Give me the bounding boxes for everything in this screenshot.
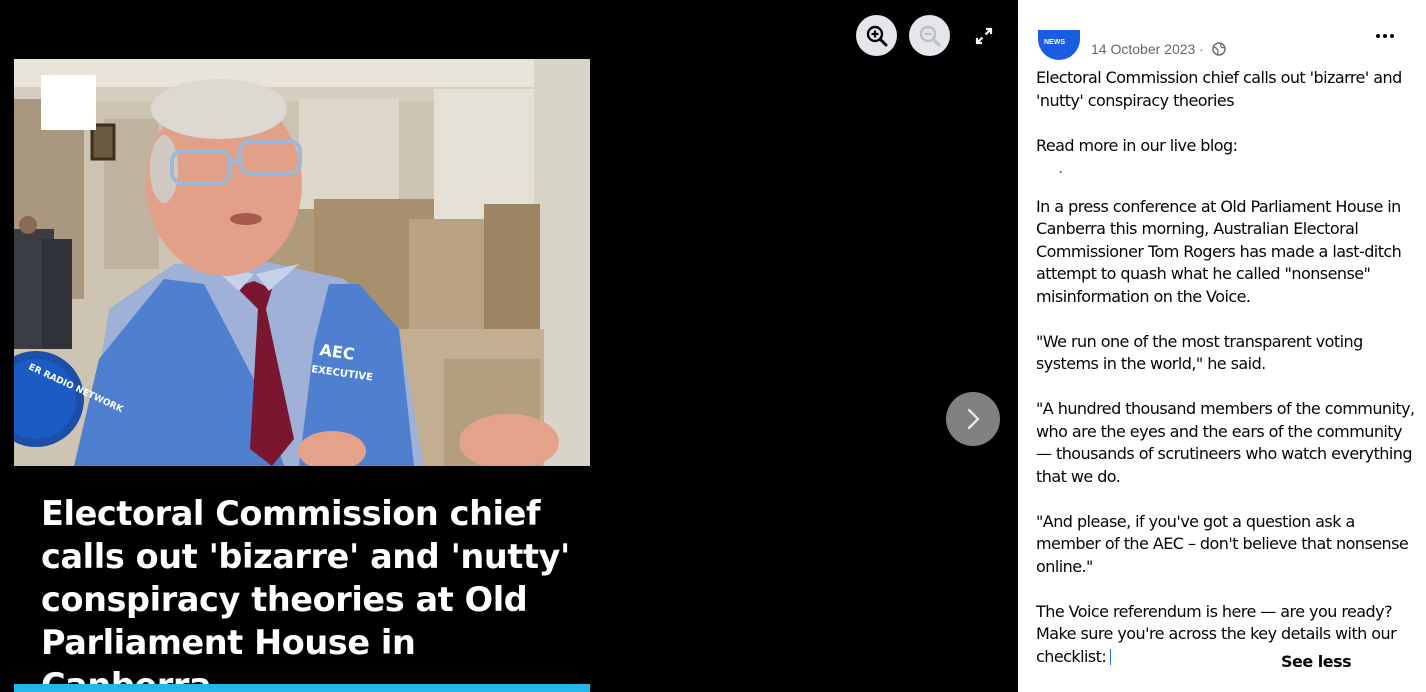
- zoom-in-button[interactable]: [856, 15, 897, 56]
- checklist-link[interactable]: [1110, 648, 1112, 665]
- post-paragraph: Read more in our live blog:: [1036, 135, 1238, 155]
- next-photo-button[interactable]: [946, 392, 1000, 446]
- fullscreen-button[interactable]: [963, 15, 1004, 56]
- post-date-text: 14 October 2023 ·: [1091, 41, 1204, 57]
- post-paragraph: "And please, if you've got a question as…: [1036, 511, 1409, 576]
- post-paragraph: "We run one of the most transparent voti…: [1036, 331, 1363, 374]
- zoom-out-icon: [919, 25, 940, 46]
- live-blog-link[interactable]: .: [1036, 157, 1416, 180]
- image-caption: Electoral Commission chief calls out 'bi…: [41, 494, 570, 692]
- logo-placeholder: [41, 75, 96, 130]
- post-paragraph: In a press conference at Old Parliament …: [1036, 196, 1402, 306]
- chevron-right-icon: [967, 408, 980, 430]
- zoom-in-icon: [866, 25, 887, 46]
- expand-icon: [975, 27, 992, 44]
- post-paragraph: "A hundred thousand members of the commu…: [1036, 399, 1415, 486]
- post-text: Electoral Commission chief calls out 'bi…: [1036, 67, 1416, 668]
- caption-area: Electoral Commission chief calls out 'bi…: [14, 466, 590, 692]
- avatar[interactable]: NEWS: [1038, 30, 1080, 60]
- post-image: AEC EXECUTIVE ER RADIO NETWORK Electoral…: [14, 59, 590, 692]
- see-less-button[interactable]: See less: [1281, 652, 1352, 671]
- more-options-button[interactable]: [1374, 25, 1396, 47]
- photo-viewer: AEC EXECUTIVE ER RADIO NETWORK Electoral…: [0, 0, 1018, 692]
- more-dots-icon: [1376, 34, 1394, 38]
- avatar-text: NEWS: [1044, 39, 1065, 46]
- zoom-out-button[interactable]: [909, 15, 950, 56]
- post-date[interactable]: 14 October 2023 ·: [1091, 40, 1226, 58]
- post-paragraph: Electoral Commission chief calls out 'bi…: [1036, 68, 1402, 110]
- caption-accent-bar: [14, 684, 590, 692]
- photo-commissioner: AEC EXECUTIVE ER RADIO NETWORK: [14, 59, 590, 466]
- photo-illustration: AEC EXECUTIVE ER RADIO NETWORK: [14, 59, 590, 466]
- post-paragraph-last: The Voice referendum is here — are you r…: [1036, 601, 1416, 669]
- post-panel: NEWS 14 October 2023 · Electoral Commiss…: [1018, 0, 1426, 692]
- globe-icon: [1212, 42, 1226, 56]
